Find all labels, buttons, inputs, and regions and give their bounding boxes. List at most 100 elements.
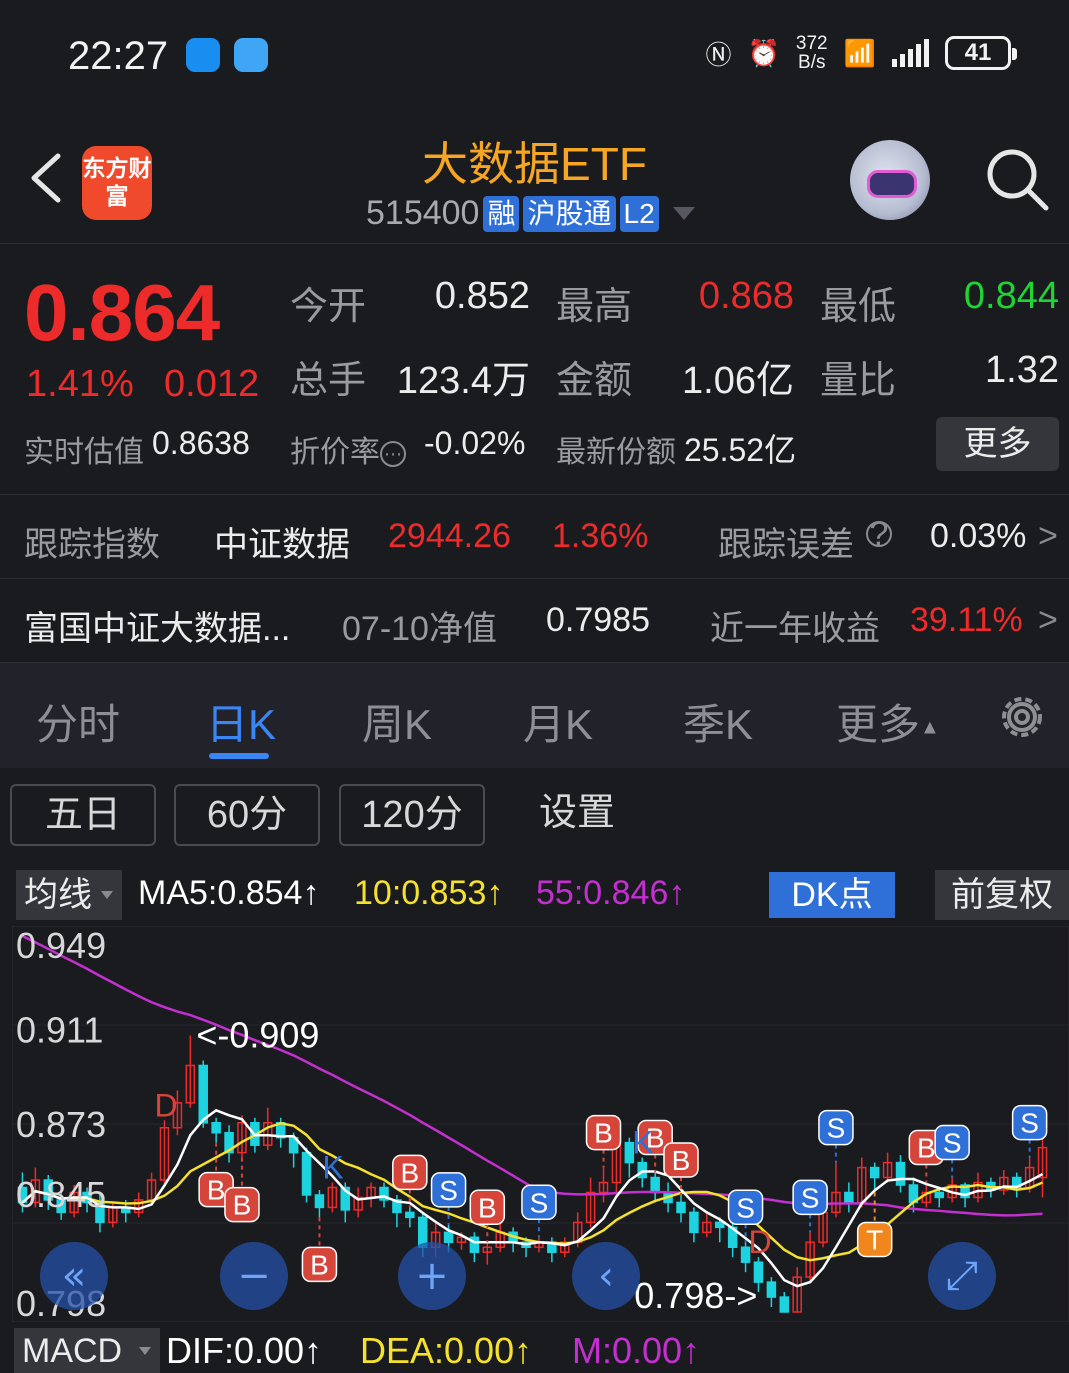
- current-price: 0.864: [24, 268, 220, 357]
- more-button[interactable]: 更多: [936, 417, 1059, 471]
- status-time: 22:27: [68, 34, 169, 78]
- signal-text-B: B: [310, 1249, 329, 1280]
- tracking-index-name: 中证数据: [214, 526, 350, 564]
- level2-tag: L2: [619, 195, 659, 232]
- fund-info-row[interactable]: 富国中证大数据... 07-10净值 0.7985 近一年收益 39.11% >: [0, 578, 1069, 662]
- stock-code: 515400: [366, 194, 480, 232]
- ma55-readout: 55:0.846↑: [536, 874, 685, 913]
- high-label: 最高: [556, 286, 633, 328]
- ma5-text: MA5:0.854: [138, 874, 303, 912]
- tab-quarterly-k[interactable]: 季K: [683, 691, 753, 752]
- yield-label: 近一年收益: [710, 610, 880, 648]
- ma10-readout: 10:0.853↑: [354, 874, 503, 913]
- status-icons: Ⓝ ⏰ 372 B/s 📶 41: [706, 34, 1017, 72]
- tab-weekly-k[interactable]: 周K: [362, 691, 432, 752]
- search-icon[interactable]: [984, 146, 1050, 212]
- y-tick-label: 0.845: [16, 1174, 106, 1215]
- gear-icon[interactable]: [996, 691, 1048, 743]
- stock-subtitle[interactable]: 515400 融 沪股通 L2: [366, 194, 695, 233]
- tracking-index-row[interactable]: 跟踪指数 中证数据 2944.26 1.36% 跟踪误差 ? 0.03% >: [0, 494, 1069, 578]
- up-arrow-icon: ↑: [682, 1330, 701, 1371]
- ma-selector[interactable]: 均线: [16, 870, 122, 920]
- up-arrow-icon: ↑: [514, 1330, 533, 1371]
- tracking-label: 跟踪指数: [24, 526, 160, 564]
- alarm-icon: ⏰: [747, 37, 780, 68]
- up-arrow-icon: ↑: [486, 874, 504, 912]
- candle-down: [714, 1221, 725, 1229]
- shares-label: 最新份额: [556, 436, 676, 469]
- assistant-robot-icon[interactable]: [850, 140, 930, 220]
- y-tick-label: 0.873: [16, 1104, 106, 1145]
- subtab-settings[interactable]: 设置: [504, 784, 650, 846]
- chevron-right-icon: >: [1038, 601, 1058, 639]
- tab-more[interactable]: 更多▲: [836, 691, 940, 752]
- signal-text-S: S: [530, 1187, 549, 1218]
- up-arrow-icon: ↑: [304, 1330, 323, 1371]
- iopv-value: 0.8638: [152, 425, 250, 461]
- signal-text-B: B: [672, 1145, 691, 1176]
- low-value: 0.844: [963, 275, 1059, 317]
- tab-more-label: 更多: [836, 701, 921, 748]
- signal-icon: [892, 39, 929, 67]
- signal-letter-D: D: [154, 1087, 177, 1123]
- shares-value: 25.52亿: [684, 432, 797, 468]
- chevron-down-icon[interactable]: [672, 207, 695, 220]
- ma5-readout: MA5:0.854↑: [138, 874, 319, 913]
- y-tick-label: 0.911: [16, 1010, 103, 1051]
- kline-chart[interactable]: 0.9490.9110.8730.8450.798<-0.9090.798->B…: [12, 926, 1069, 1322]
- candle-down: [301, 1151, 312, 1196]
- net-speed-unit: B/s: [798, 52, 826, 73]
- margin-tag: 融: [483, 195, 520, 232]
- yield-value: 39.11%: [910, 601, 1023, 639]
- high-value: 0.868: [698, 275, 794, 317]
- ma10-text: 10:0.853: [354, 874, 487, 912]
- signal-text-S: S: [1020, 1108, 1039, 1139]
- macd-bar: MACD DIF:0.00↑ DEA:0.00↑ M:0.00↑: [0, 1324, 1069, 1373]
- volume-label: 总手: [290, 360, 367, 402]
- signal-letter-K: K: [322, 1150, 343, 1186]
- signal-text-B: B: [478, 1192, 497, 1223]
- chevron-right-icon: >: [1038, 517, 1058, 555]
- net-speed: 372 B/s: [796, 34, 828, 72]
- amount-value: 1.06亿: [682, 360, 794, 402]
- signal-letter-K: K: [632, 1125, 653, 1161]
- ma55-line: [21, 934, 1043, 1217]
- subtab-120min[interactable]: 120分: [339, 784, 485, 846]
- min-price-annotation: 0.798->: [634, 1275, 757, 1316]
- subtab-five-day[interactable]: 五日: [10, 784, 156, 846]
- notification-browser-icon: [234, 38, 268, 72]
- kline-svg[interactable]: 0.9490.9110.8730.8450.798<-0.9090.798->B…: [12, 926, 1069, 1322]
- signal-text-B: B: [594, 1118, 613, 1149]
- help-icon[interactable]: ?: [866, 517, 892, 551]
- macd-selector[interactable]: MACD: [14, 1328, 160, 1373]
- net-speed-value: 372: [795, 33, 828, 54]
- info-icon[interactable]: ⋯: [380, 441, 406, 468]
- subtab-60min[interactable]: 60分: [174, 784, 320, 846]
- notification-app-icon: [186, 38, 220, 72]
- dea-readout: DEA:0.00↑: [360, 1330, 532, 1372]
- wifi-icon: 📶: [843, 37, 876, 68]
- candle-down: [689, 1211, 699, 1234]
- discount-value: -0.02%: [424, 425, 526, 461]
- open-label: 今开: [290, 286, 367, 328]
- volume-ratio-label: 量比: [820, 360, 897, 402]
- tab-monthly-k[interactable]: 月K: [523, 691, 593, 752]
- price-adjust-button[interactable]: 前复权: [935, 870, 1069, 920]
- chevron-left-icon-glyph: ‹: [598, 1253, 614, 1299]
- signal-text-B: B: [917, 1133, 936, 1164]
- dk-point-button[interactable]: DK点: [769, 872, 895, 918]
- tracking-error-label: 跟踪误差: [718, 526, 854, 564]
- tracking-index-percent: 1.36%: [552, 517, 649, 555]
- tab-minute[interactable]: 分时: [36, 691, 120, 752]
- zoom-in-icon-glyph: +: [415, 1253, 449, 1299]
- candle-down: [844, 1191, 854, 1204]
- y-tick-label: 0.949: [16, 926, 106, 966]
- nav-label: 07-10净值: [342, 610, 497, 648]
- tab-daily-k[interactable]: 日K: [206, 691, 276, 752]
- ma55-text: 55:0.846: [536, 874, 669, 912]
- battery-icon: 41: [945, 36, 1017, 70]
- amount-label: 金额: [556, 360, 633, 402]
- iopv-label: 实时估值: [24, 436, 144, 469]
- low-label: 最低: [820, 286, 897, 328]
- candle-down: [637, 1161, 648, 1179]
